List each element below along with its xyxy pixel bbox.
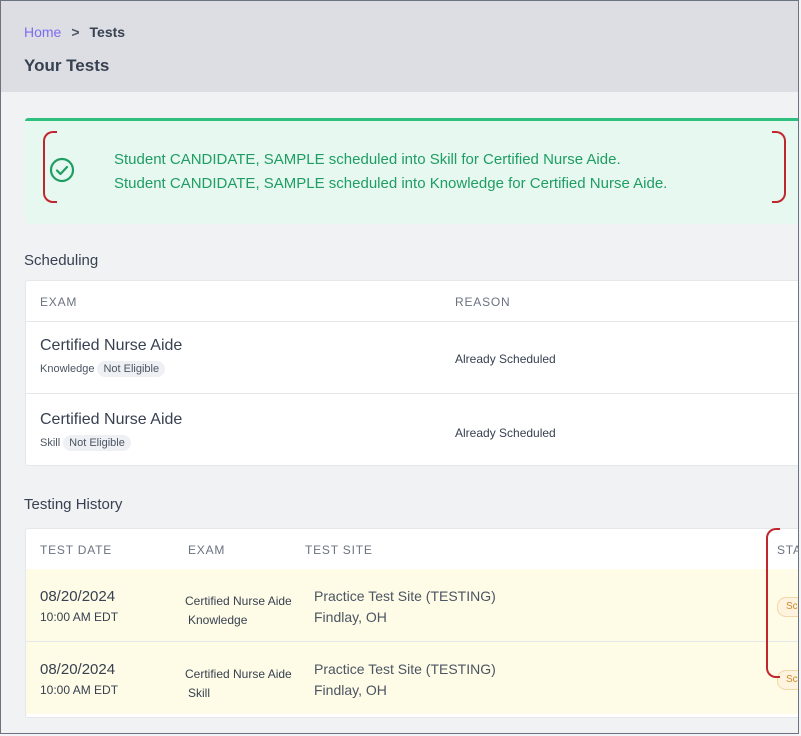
- breadcrumb: Home > Tests: [24, 24, 125, 40]
- testing-history-section-title: Testing History: [24, 496, 123, 513]
- success-alert: Student CANDIDATE, SAMPLE scheduled into…: [25, 118, 798, 224]
- test-time: 10:00 AM EDT: [40, 610, 119, 624]
- exam-name: Certified Nurse Aide: [40, 411, 183, 428]
- alert-message: Student CANDIDATE, SAMPLE scheduled into…: [114, 151, 621, 168]
- reason-text: Already Scheduled: [455, 352, 556, 366]
- reason-text: Already Scheduled: [455, 426, 556, 440]
- test-date: 08/20/2024: [40, 661, 116, 678]
- status-badge: Not Eligible: [63, 435, 131, 451]
- scheduling-table: EXAM REASON Certified Nurse Aide Knowled…: [25, 280, 798, 466]
- annotation-bracket-left: [43, 131, 57, 203]
- chevron-right-icon: >: [71, 24, 80, 40]
- breadcrumb-home-link[interactable]: Home: [24, 24, 61, 40]
- exam-type: Skill: [188, 686, 211, 700]
- exam-name: Certified Nurse Aide: [40, 337, 183, 354]
- scheduling-section-title: Scheduling: [24, 252, 99, 269]
- status-badge: Sch: [777, 670, 798, 690]
- exam-type: Knowledge: [188, 613, 248, 627]
- table-row[interactable]: 08/20/2024 10:00 AM EDT Certified Nurse …: [26, 569, 798, 641]
- status-badge: Not Eligible: [97, 361, 166, 377]
- exam-name: Certified Nurse Aide: [185, 667, 292, 681]
- divider: [26, 393, 798, 394]
- exam-type: Skill Not Eligible: [40, 435, 131, 451]
- test-date: 08/20/2024: [40, 588, 116, 605]
- table-row[interactable]: 08/20/2024 10:00 AM EDT Certified Nurse …: [26, 642, 798, 714]
- status-badge: Sch: [777, 597, 798, 617]
- divider: [26, 321, 798, 322]
- column-header-exam: EXAM: [40, 295, 78, 309]
- exam-type: Knowledge Not Eligible: [40, 361, 166, 377]
- test-time: 10:00 AM EDT: [40, 683, 119, 697]
- exam-type-label: Skill: [40, 437, 61, 449]
- annotation-bracket-right: [772, 131, 786, 203]
- test-site-name: Practice Test Site (TESTING): [314, 661, 496, 677]
- page-title: Your Tests: [24, 56, 110, 75]
- page-header: Home > Tests Your Tests: [1, 1, 798, 92]
- alert-message: Student CANDIDATE, SAMPLE scheduled into…: [114, 175, 668, 192]
- column-header-exam: EXAM: [188, 543, 226, 557]
- testing-history-table: TEST DATE EXAM TEST SITE STAT 08/20/2024…: [25, 528, 798, 718]
- column-header-test-site: TEST SITE: [305, 543, 373, 557]
- test-site-name: Practice Test Site (TESTING): [314, 588, 496, 604]
- column-header-test-date: TEST DATE: [40, 543, 113, 557]
- breadcrumb-current: Tests: [89, 24, 126, 40]
- test-site-location: Findlay, OH: [314, 609, 387, 625]
- annotation-bracket-status: [766, 528, 780, 678]
- exam-name: Certified Nurse Aide: [185, 594, 292, 608]
- exam-type-label: Knowledge: [40, 363, 95, 375]
- app-frame: Home > Tests Your Tests Student CANDIDATE,…: [0, 0, 799, 734]
- test-site-location: Findlay, OH: [314, 682, 387, 698]
- column-header-reason: REASON: [455, 295, 511, 309]
- column-header-status: STAT: [777, 543, 798, 557]
